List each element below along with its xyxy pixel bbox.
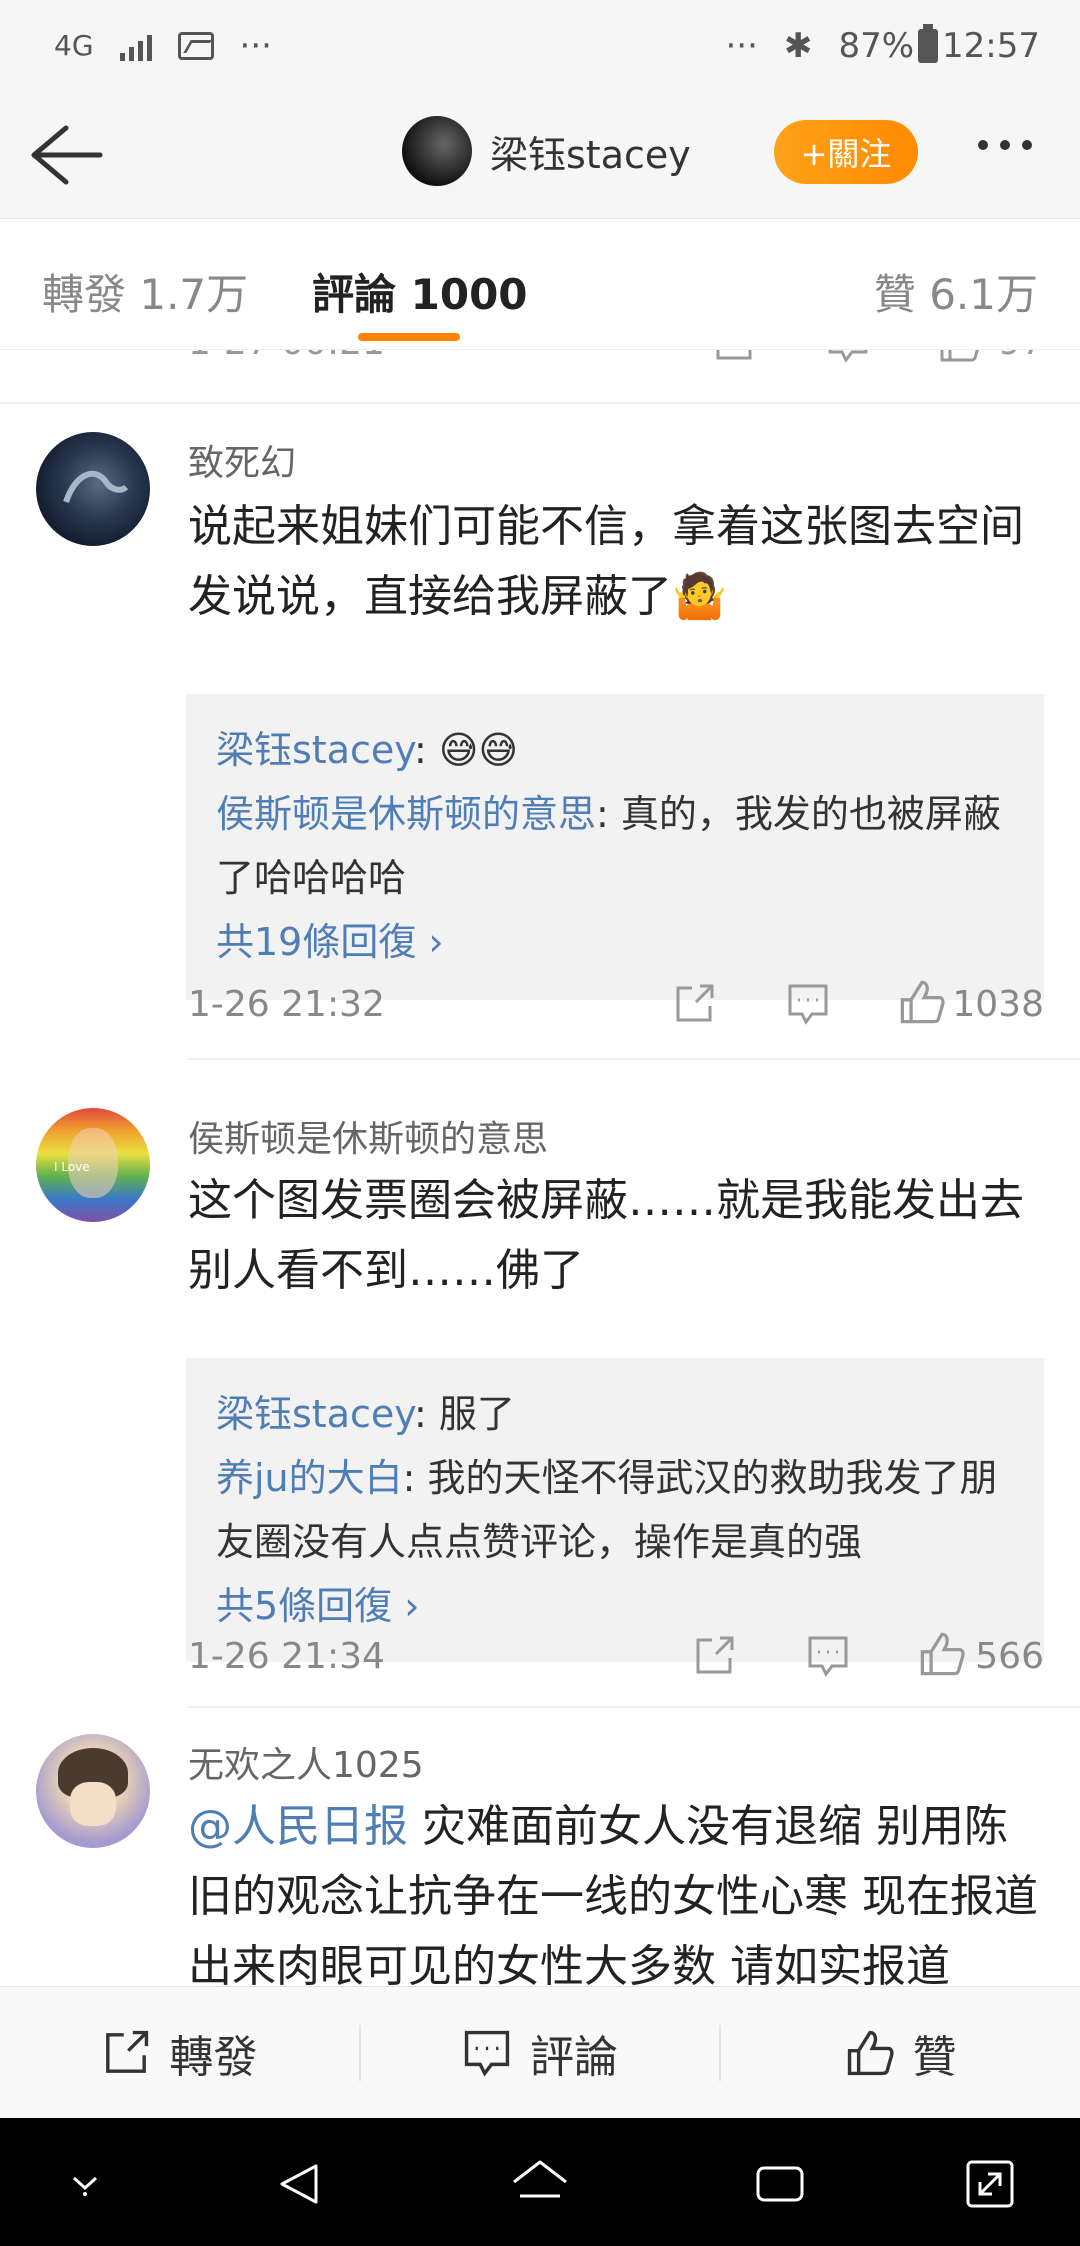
like-label: 贊 (912, 2031, 957, 2083)
repost-icon[interactable] (712, 350, 756, 364)
system-nav-bar (0, 2118, 1080, 2246)
more-replies-link[interactable]: 共19條回復 › (216, 910, 1014, 974)
reply-text: : 😅😅 (413, 728, 519, 772)
repost-icon[interactable] (692, 1634, 736, 1678)
comment-time: 1-26 21:32 (188, 984, 385, 1025)
reply-item: 梁钰stacey: 服了 (216, 1382, 1014, 1446)
user-info[interactable]: 梁钰stacey (402, 116, 691, 186)
network-indicator: 4G (54, 29, 94, 62)
expand-nav-icon[interactable] (962, 2156, 1018, 2212)
comment-meta: 1-26 21:32 1038 (188, 974, 1044, 1034)
tab-comments[interactable]: 評論 1000 (312, 261, 528, 322)
tab-bar: 轉發 1.7万 評論 1000 贊 6.1万 (0, 218, 1080, 350)
reply-author[interactable]: 侯斯顿是休斯顿的意思 (216, 792, 596, 836)
comment-time: 1-26 21:34 (188, 1636, 385, 1677)
comment-icon (464, 2030, 510, 2077)
avatar[interactable]: I Love (36, 1108, 150, 1222)
follow-button[interactable]: +關注 (774, 120, 918, 184)
comment-button[interactable]: 評論 (361, 1987, 720, 2118)
reply-item: 养ju的大白: 我的天怪不得武汉的救助我发了朋友圈没有人点点赞评论，操作是真的强 (216, 1446, 1014, 1574)
like-icon[interactable] (918, 1630, 966, 1678)
top-bar: 梁钰stacey +關注 (0, 92, 1080, 218)
status-more: ··· (725, 26, 758, 66)
mention-link[interactable]: @人民日报 (188, 1801, 408, 1852)
reply-box[interactable]: 梁钰stacey: 服了 养ju的大白: 我的天怪不得武汉的救助我发了朋友圈没有… (186, 1358, 1044, 1662)
comment-meta: 1-26 21:34 566 (188, 1626, 1044, 1686)
battery-percent: 87% (838, 26, 915, 66)
comment-text: 说起来姐妹们可能不信，拿着这张图去空间发说说，直接给我屏蔽了🤷 (188, 501, 1024, 622)
notification-more: ··· (239, 26, 272, 66)
comment-icon[interactable] (786, 982, 830, 1026)
reply-author[interactable]: 梁钰stacey (216, 1392, 414, 1436)
avatar[interactable] (402, 116, 472, 186)
commenter-name[interactable]: 致死幻 (188, 434, 296, 486)
repost-icon[interactable] (672, 982, 716, 1026)
like-count: 1038 (952, 984, 1044, 1025)
comment-item: I Love 侯斯顿是休斯顿的意思 这个图发票圈会被屏蔽……就是我能发出去别人看… (0, 1058, 1080, 1662)
bottom-action-bar: 轉發 評論 贊 (0, 1986, 1080, 2118)
status-bar: 4G ··· ··· ✱ 87% 12:57 (0, 0, 1080, 92)
avatar[interactable] (36, 432, 150, 546)
like-icon[interactable] (898, 978, 946, 1026)
comment-text: 这个图发票圈会被屏蔽……就是我能发出去别人看不到……佛了 (188, 1175, 1024, 1296)
comment-list[interactable]: 1-27 00:21 97 致死幻 说起来姐妹们可能不信，拿着这张图去空间发说说… (0, 350, 1080, 1986)
previous-comment-meta: 1-27 00:21 97 (0, 350, 1080, 404)
signal-icon (119, 31, 152, 61)
commenter-name[interactable]: 无欢之人1025 (188, 1736, 424, 1788)
battery-icon (918, 24, 939, 63)
recents-nav-icon[interactable] (752, 2156, 808, 2212)
like-count: 97 (998, 350, 1044, 363)
reply-text: : 服了 (413, 1392, 515, 1436)
avatar[interactable] (36, 1734, 150, 1848)
comment-icon[interactable] (826, 350, 870, 364)
reply-item: 侯斯顿是休斯顿的意思: 真的，我发的也被屏蔽了哈哈哈哈 (216, 782, 1014, 910)
reply-author[interactable]: 梁钰stacey (216, 728, 414, 772)
image-notification-icon (177, 32, 214, 60)
repost-icon (106, 2030, 149, 2073)
repost-label: 轉發 (169, 2031, 258, 2083)
tab-repost[interactable]: 轉發 1.7万 (42, 261, 248, 322)
comment-icon[interactable] (806, 1634, 850, 1678)
bluetooth-icon: ✱ (783, 26, 813, 66)
like-icon[interactable] (938, 350, 982, 364)
more-options-icon[interactable] (978, 140, 1032, 150)
like-button[interactable]: 贊 (721, 1987, 1080, 2118)
comment-item: 致死幻 说起来姐妹们可能不信，拿着这张图去空间发说说，直接给我屏蔽了🤷 梁钰st… (0, 400, 1080, 1000)
active-tab-indicator (358, 333, 460, 341)
back-nav-icon[interactable] (272, 2156, 328, 2212)
home-nav-icon[interactable] (508, 2156, 572, 2212)
reply-author[interactable]: 养ju的大白 (216, 1456, 403, 1500)
reply-item: 梁钰stacey: 😅😅 (216, 718, 1014, 782)
commenter-name[interactable]: 侯斯顿是休斯顿的意思 (188, 1110, 548, 1162)
like-icon (847, 2030, 894, 2075)
comment-text: @人民日报 灾难面前女人没有退缩 别用陈旧的观念让抗争在一线的女性心寒 现在报道… (188, 1792, 1048, 1986)
clock: 12:57 (942, 26, 1040, 66)
username[interactable]: 梁钰stacey (490, 124, 691, 179)
comment-item: 无欢之人1025 @人民日报 灾难面前女人没有退缩 别用陈旧的观念让抗争在一线的… (0, 1706, 1080, 1986)
comment-label: 評論 (530, 2031, 618, 2083)
comment-time: 1-27 00:21 (188, 350, 385, 363)
like-count: 566 (975, 1636, 1044, 1677)
repost-button[interactable]: 轉發 (0, 1987, 359, 2118)
reply-box[interactable]: 梁钰stacey: 😅😅 侯斯顿是休斯顿的意思: 真的，我发的也被屏蔽了哈哈哈哈… (186, 694, 1044, 1000)
back-arrow-icon[interactable] (26, 122, 106, 188)
tab-likes[interactable]: 贊 6.1万 (874, 261, 1038, 322)
chevron-down-icon[interactable] (60, 2156, 110, 2206)
avatar-text: I Love (54, 1160, 90, 1174)
